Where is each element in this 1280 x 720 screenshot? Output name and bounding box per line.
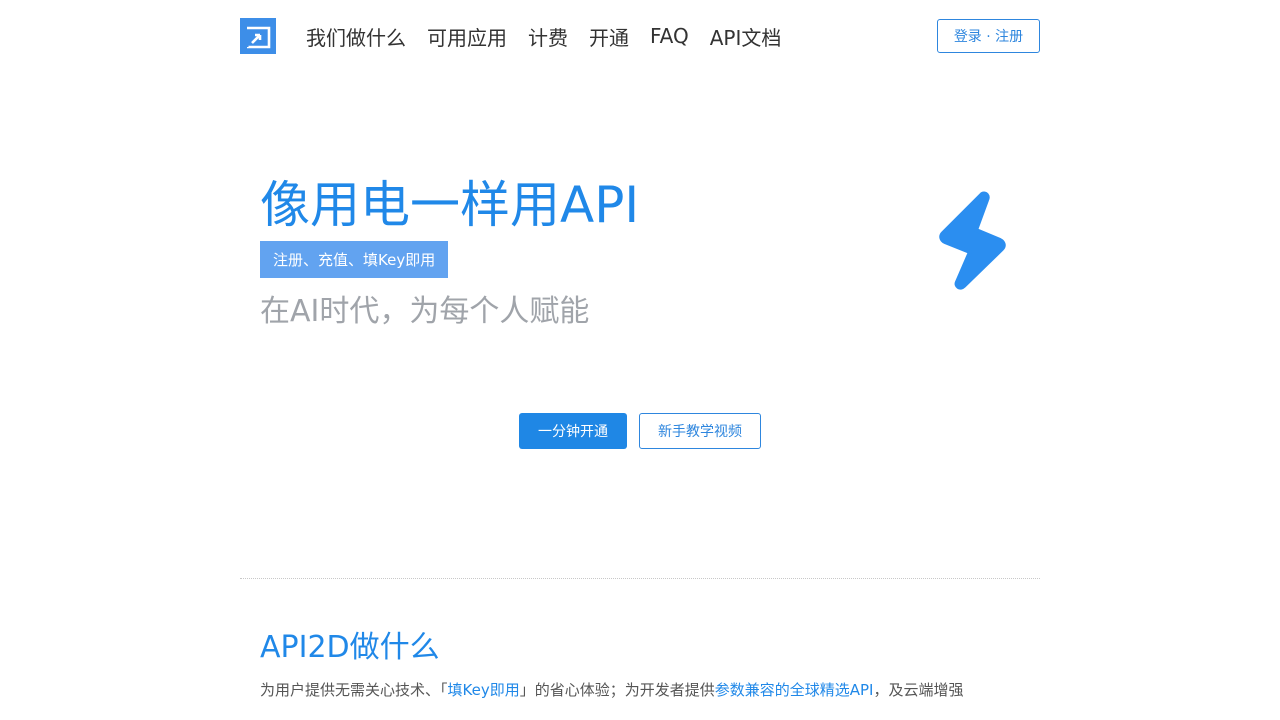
quick-start-button[interactable]: 一分钟开通 — [519, 413, 627, 449]
nav-item-faq[interactable]: FAQ — [650, 24, 689, 48]
tutorial-video-button[interactable]: 新手教学视频 — [639, 413, 761, 449]
section-text-part-3: ，及云端增强 — [873, 681, 964, 699]
header: 我们做什么 可用应用 计费 开通 FAQ API文档 登录 · 注册 — [240, 18, 1040, 54]
logo-icon[interactable] — [240, 18, 276, 54]
section-description: 为用户提供无需关心技术、「填Key即用」的省心体验；为开发者提供参数兼容的全球精… — [260, 679, 963, 701]
page: 我们做什么 可用应用 计费 开通 FAQ API文档 登录 · 注册 像用电一样… — [0, 0, 1280, 720]
nav-item-what-we-do[interactable]: 我们做什么 — [306, 22, 406, 51]
section-title: API2D做什么 — [260, 630, 440, 665]
hero-subtitle: 在AI时代，为每个人赋能 — [260, 294, 590, 329]
nav-item-open[interactable]: 开通 — [589, 22, 629, 51]
hero-tag: 注册、充值、填Key即用 — [260, 241, 449, 278]
section-text-part-1: 为用户提供无需关心技术、「 — [260, 681, 448, 699]
nav-item-apps[interactable]: 可用应用 — [427, 22, 507, 51]
section-divider — [240, 578, 1040, 579]
main-nav: 我们做什么 可用应用 计费 开通 FAQ API文档 — [306, 22, 802, 51]
section-highlight-fill-key: 填Key即用 — [447, 681, 520, 699]
login-register-button[interactable]: 登录 · 注册 — [937, 19, 1040, 53]
section-highlight-compatible-api: 参数兼容的全球精选API — [714, 681, 874, 699]
lightning-bolt-icon — [936, 190, 1008, 290]
section-text-part-2: 」的省心体验；为开发者提供 — [519, 681, 715, 699]
nav-item-api-docs[interactable]: API文档 — [710, 22, 782, 51]
nav-item-pricing[interactable]: 计费 — [528, 22, 568, 51]
hero-title: 像用电一样用API — [260, 176, 640, 234]
